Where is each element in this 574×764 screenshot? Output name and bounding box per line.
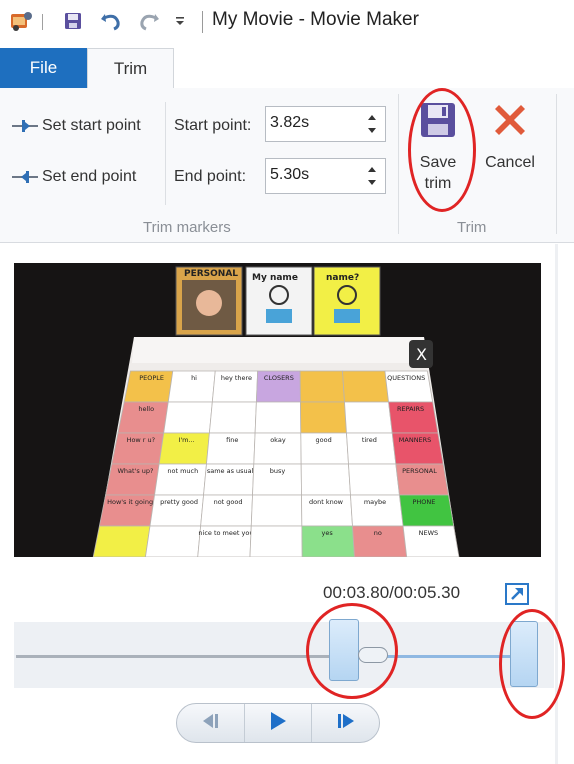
board-tab-text: name? xyxy=(326,273,359,283)
board-cell-label: CLOSERS xyxy=(264,374,294,382)
board-cell xyxy=(348,463,400,496)
board-cell-label: QUESTIONS xyxy=(387,374,425,382)
ribbon-separator xyxy=(556,94,557,234)
video-preview[interactable]: X PERSONAL My name name? PEOPLE hi hey the… xyxy=(14,263,541,557)
board-tab-text: My name xyxy=(252,273,298,283)
board-cell-label: same as usual xyxy=(207,467,254,475)
set-start-point-icon xyxy=(12,119,38,138)
board-cell-label: I'm... xyxy=(178,436,194,444)
ribbon-separator xyxy=(398,94,399,234)
next-frame-icon xyxy=(335,712,357,735)
qat-separator xyxy=(42,14,43,30)
tab-file[interactable]: File xyxy=(0,48,87,88)
title-bar: My Movie - Movie Maker xyxy=(0,0,574,44)
customize-toolbar-dropdown-icon[interactable] xyxy=(172,10,188,32)
board-cell xyxy=(254,401,302,434)
trim-group-label: Trim xyxy=(457,219,487,236)
board-cell-label: okay xyxy=(270,436,286,444)
expand-preview-icon[interactable] xyxy=(505,583,529,605)
board-cell-label: hi xyxy=(191,374,197,382)
board-cell-label: good xyxy=(316,436,332,444)
set-end-point-icon xyxy=(12,170,38,189)
board-cell-label: tired xyxy=(362,436,377,444)
board-cell xyxy=(342,370,390,403)
playback-timecode: 00:03.80/00:05.30 xyxy=(323,583,461,602)
board-cell-label: fine xyxy=(226,436,238,444)
board-cell xyxy=(344,401,393,434)
cancel-label: Cancel xyxy=(485,154,535,171)
previous-frame-icon xyxy=(199,712,221,735)
svg-text:X: X xyxy=(416,345,427,364)
play-button[interactable] xyxy=(243,704,312,742)
trim-start-handle[interactable] xyxy=(329,619,359,681)
start-point-stepper[interactable]: 3.82s xyxy=(265,106,386,142)
board-cell-label: pretty good xyxy=(160,498,198,506)
window-title: My Movie - Movie Maker xyxy=(212,9,419,30)
board-cell xyxy=(299,370,345,403)
next-frame-button[interactable] xyxy=(311,704,379,742)
board-cell xyxy=(145,525,202,557)
pane-divider xyxy=(555,244,558,764)
board-cell xyxy=(300,401,347,434)
save-trim-label-line2: trim xyxy=(424,175,452,192)
play-icon xyxy=(267,710,289,737)
board-cell xyxy=(92,525,151,557)
previous-frame-button[interactable] xyxy=(177,704,244,742)
start-point-value: 3.82s xyxy=(270,114,310,131)
board-cell-label: yes xyxy=(322,529,334,537)
board-cell xyxy=(250,494,303,527)
board-cell-label: hey there xyxy=(221,374,252,382)
board-cell-label: PEOPLE xyxy=(139,374,164,382)
save-trim-icon xyxy=(418,100,458,146)
board-cell-label: What's up? xyxy=(117,467,153,475)
ribbon-tabs: File Trim xyxy=(0,48,574,89)
spinner-arrows-icon[interactable] xyxy=(367,163,377,189)
movie-maker-app-icon[interactable] xyxy=(8,10,34,32)
set-start-point-button[interactable]: Set start point xyxy=(42,117,141,135)
end-point-stepper[interactable]: 5.30s xyxy=(265,158,386,194)
cancel-x-icon xyxy=(490,100,530,146)
board-cell-label: How r u? xyxy=(127,436,156,444)
save-icon[interactable] xyxy=(62,10,84,32)
tab-trim[interactable]: Trim xyxy=(87,48,174,89)
board-cell-label: MANNERS xyxy=(399,436,432,444)
board-tab-text: PERSONAL xyxy=(184,269,238,279)
board-cell-label: REPAIRS xyxy=(397,405,424,413)
save-trim-button[interactable]: Save trim xyxy=(412,100,464,194)
board-cell-label: dont know xyxy=(309,498,344,506)
ribbon-panel: Set start point Set end point Start poin… xyxy=(0,88,574,243)
video-frame-image: X PERSONAL My name name? PEOPLE hi hey the… xyxy=(92,266,460,557)
end-point-label: End point: xyxy=(174,168,247,185)
communication-board-grid: PEOPLE hi hey there CLOSERS QUESTIONS hello RE… xyxy=(92,370,460,557)
trim-markers-group-label: Trim markers xyxy=(143,219,231,236)
trim-end-handle[interactable] xyxy=(510,621,538,687)
board-cell-label: busy xyxy=(270,467,286,475)
cancel-button[interactable]: Cancel xyxy=(478,100,542,173)
redo-icon[interactable] xyxy=(136,10,162,32)
board-cell-label: nice to meet you xyxy=(198,529,253,537)
board-cell-label: How's it going xyxy=(107,498,153,506)
board-cell-label: not good xyxy=(214,498,243,506)
end-point-value: 5.30s xyxy=(270,166,310,183)
playback-controls xyxy=(176,703,380,743)
board-cell-label: not much xyxy=(167,467,198,475)
board-cell xyxy=(163,401,213,434)
board-cell xyxy=(300,463,351,496)
playhead-slider[interactable] xyxy=(358,647,388,663)
board-cell-label: no xyxy=(374,529,382,537)
set-end-point-button[interactable]: Set end point xyxy=(42,168,136,186)
title-separator xyxy=(202,11,203,33)
board-cell xyxy=(249,525,303,557)
board-cell xyxy=(208,401,257,434)
undo-icon[interactable] xyxy=(98,10,124,32)
board-cell-label: maybe xyxy=(364,498,386,506)
board-cell-label: PHONE xyxy=(412,498,435,506)
start-point-label: Start point: xyxy=(174,117,252,134)
save-trim-label-line1: Save xyxy=(419,154,457,171)
ribbon-separator xyxy=(165,102,166,205)
board-cell-label: PERSONAL xyxy=(402,467,437,475)
board-cell-label: hello xyxy=(138,405,154,413)
spinner-arrows-icon[interactable] xyxy=(367,111,377,137)
board-cell-label: NEWS xyxy=(419,529,439,537)
